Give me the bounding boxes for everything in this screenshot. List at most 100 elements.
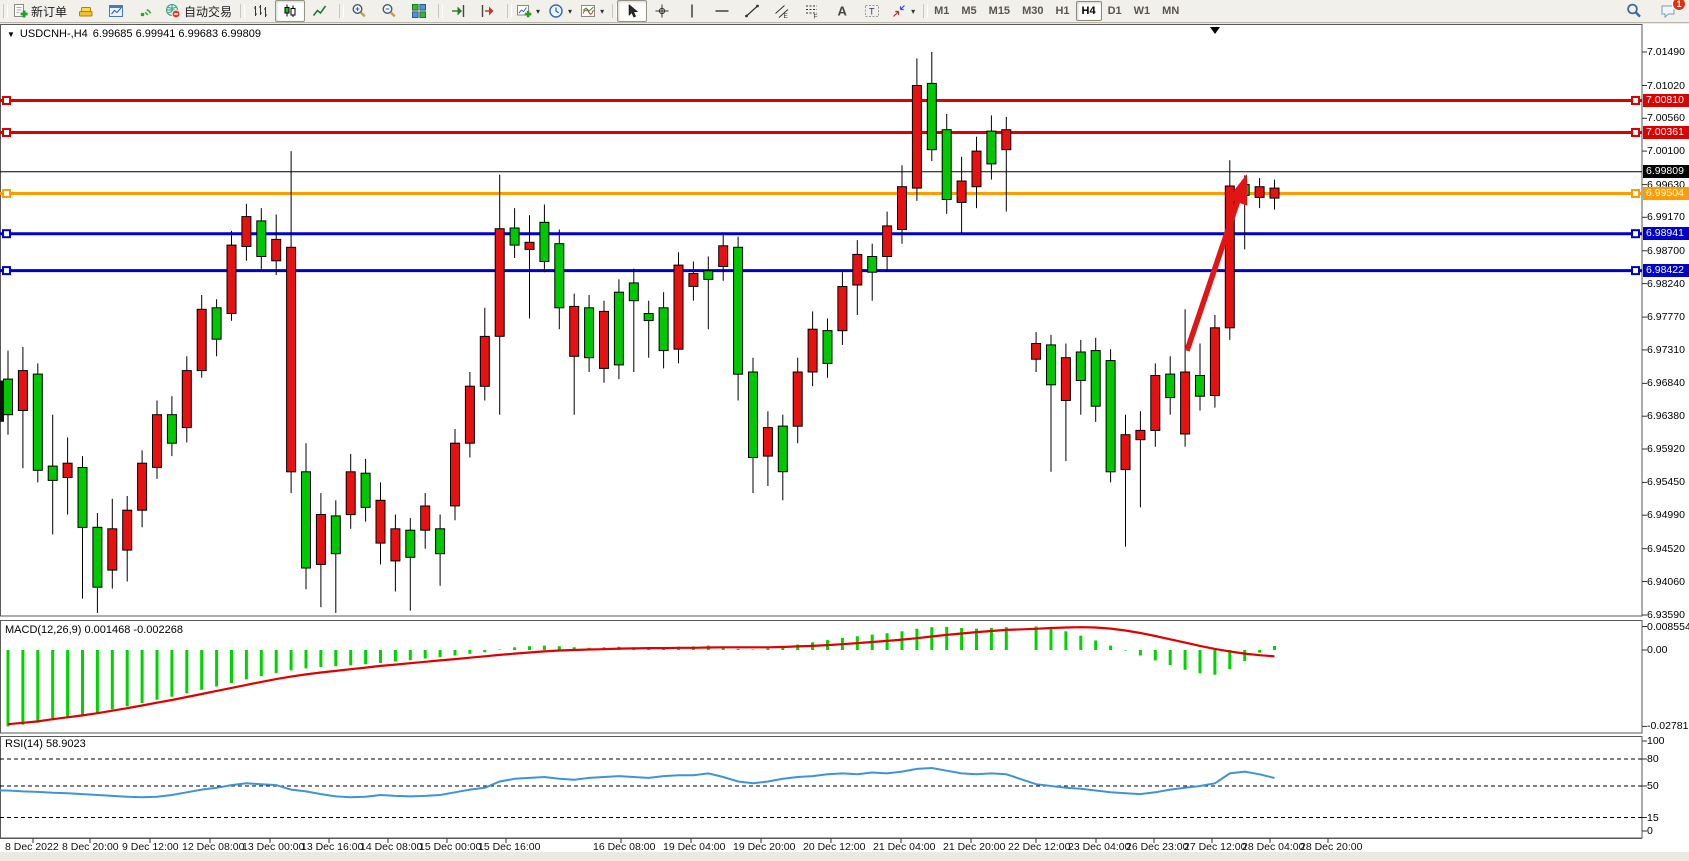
date-label: 9 Dec 12:00	[122, 841, 179, 853]
dropdown-caret-icon[interactable]: ▾	[536, 7, 540, 16]
rsi-axis-label: 100	[1647, 735, 1689, 747]
market-watch-button[interactable]	[101, 0, 131, 22]
date-label: 15 Dec 00:00	[419, 841, 481, 853]
price-line-badge: 7.00810	[1643, 94, 1689, 107]
date-label: 8 Dec 20:00	[62, 841, 119, 853]
rsi-axis-label: 50	[1647, 780, 1689, 792]
vertical-line-icon	[684, 3, 700, 19]
price-tick-label: 6.96840	[1647, 377, 1689, 389]
horizontal-line-icon	[714, 3, 730, 19]
arrows-icon	[891, 3, 907, 19]
trendline-button[interactable]	[737, 0, 767, 22]
price-tick-label: 7.01020	[1647, 80, 1689, 92]
date-label: 12 Dec 08:00	[182, 841, 244, 853]
text-icon: A	[834, 3, 850, 19]
timeframe-m1-button[interactable]: M1	[928, 1, 955, 21]
line-chart-button[interactable]	[305, 0, 335, 22]
fibonacci-button[interactable]: F	[797, 0, 827, 22]
timeframe-h1-button[interactable]: H1	[1049, 1, 1075, 21]
timeframe-w1-button[interactable]: W1	[1128, 1, 1157, 21]
price-line-badge: 6.98941	[1643, 227, 1689, 240]
search-button[interactable]	[1619, 0, 1649, 22]
date-label: 21 Dec 20:00	[943, 841, 1005, 853]
tile-windows-icon	[411, 3, 427, 19]
new-order-button[interactable]: 新订单	[8, 0, 71, 22]
vertical-line-button[interactable]	[677, 0, 707, 22]
dropdown-caret-icon[interactable]: ▾	[600, 7, 604, 16]
timeframe-h4-button[interactable]: H4	[1076, 1, 1102, 21]
arrows-button[interactable]: ▾	[887, 0, 919, 22]
text-label-icon: T	[864, 3, 880, 19]
new-order-icon	[12, 3, 28, 19]
chat-button[interactable]: 1	[1653, 0, 1683, 22]
periods-button[interactable]: ▾	[544, 0, 576, 22]
line-handle	[3, 190, 10, 197]
line-handle	[1632, 230, 1639, 237]
channel-button[interactable]: E	[767, 0, 797, 22]
tile-windows-button[interactable]	[404, 0, 434, 22]
price-tick-label: 6.94520	[1647, 543, 1689, 555]
templates-button[interactable]: ▾	[576, 0, 608, 22]
cursor-button[interactable]	[617, 0, 647, 22]
gold-button[interactable]	[71, 0, 101, 22]
chart-shift-button[interactable]	[473, 0, 503, 22]
price-tick-label: 6.97770	[1647, 311, 1689, 323]
line-handle	[3, 267, 10, 274]
timeframe-d1-button[interactable]: D1	[1102, 1, 1128, 21]
autotrading-button[interactable]: 自动交易	[161, 0, 236, 22]
price-tick-label: 6.93590	[1647, 609, 1689, 621]
zoom-in-button[interactable]	[344, 0, 374, 22]
price-tick-label: 6.98240	[1647, 278, 1689, 290]
timeframe-mn-button[interactable]: MN	[1156, 1, 1185, 21]
text-label-button[interactable]: T	[857, 0, 887, 22]
chevron-down-icon[interactable]: ▼	[7, 30, 15, 39]
main-chart-panel	[1, 25, 1643, 617]
timeframe-group: M1M5M15M30H1H4D1W1MN	[922, 0, 1188, 22]
new-order-button-label: 新订单	[31, 3, 67, 20]
price-tick-label: 6.96380	[1647, 410, 1689, 422]
macd-axis-label: 0.008554	[1647, 621, 1689, 633]
chart-title: ▼ USDCNH-,H4 6.99685 6.99941 6.99683 6.9…	[7, 28, 261, 40]
rsi-axis-label: 80	[1647, 753, 1689, 765]
date-label: 27 Dec 12:00	[1184, 841, 1246, 853]
signal-icon	[138, 3, 154, 19]
line-handle	[1632, 129, 1639, 136]
chart-ohlc-values: 6.99685 6.99941 6.99683 6.99809	[93, 28, 261, 40]
crosshair-button[interactable]	[647, 0, 677, 22]
price-tick-label: 7.01490	[1647, 46, 1689, 58]
date-label: 8 Dec 2022	[5, 841, 59, 853]
timeframe-m15-button[interactable]: M15	[983, 1, 1016, 21]
chart-window-icon	[108, 3, 124, 19]
dropdown-caret-icon[interactable]: ▾	[911, 7, 915, 16]
fibonacci-icon: F	[804, 3, 820, 19]
indicators-icon	[580, 3, 596, 19]
date-label: 13 Dec 00:00	[242, 841, 304, 853]
date-label: 19 Dec 04:00	[663, 841, 725, 853]
date-label: 20 Dec 12:00	[803, 841, 865, 853]
text-button[interactable]: A	[827, 0, 857, 22]
bar-chart-button[interactable]	[245, 0, 275, 22]
candlestick-button[interactable]	[275, 0, 305, 22]
timeframe-m30-button[interactable]: M30	[1016, 1, 1049, 21]
price-line-badge: 6.99504	[1643, 187, 1689, 200]
chart-canvas[interactable]	[0, 24, 1689, 852]
timeframe-m5-button[interactable]: M5	[955, 1, 982, 21]
new-chart-button[interactable]: ▾	[512, 0, 544, 22]
price-tick-label: 6.99170	[1647, 211, 1689, 223]
dropdown-caret-icon[interactable]: ▾	[568, 7, 572, 16]
auto-scroll-button[interactable]	[443, 0, 473, 22]
price-tick-label: 6.94990	[1647, 509, 1689, 521]
signal-button[interactable]	[131, 0, 161, 22]
horizontal-line-button[interactable]	[707, 0, 737, 22]
channel-icon: E	[774, 3, 790, 19]
price-tick-label: 7.00560	[1647, 112, 1689, 124]
line-handle	[3, 129, 10, 136]
chart-shift-icon	[480, 3, 496, 19]
line-handle	[3, 97, 10, 104]
price-tick-label: 6.95920	[1647, 443, 1689, 455]
date-label: 28 Dec 04:00	[1242, 841, 1304, 853]
date-label: 28 Dec 20:00	[1300, 841, 1362, 853]
toolbar-group-2	[338, 0, 437, 22]
zoom-out-button[interactable]	[374, 0, 404, 22]
price-tick-label: 7.00100	[1647, 145, 1689, 157]
